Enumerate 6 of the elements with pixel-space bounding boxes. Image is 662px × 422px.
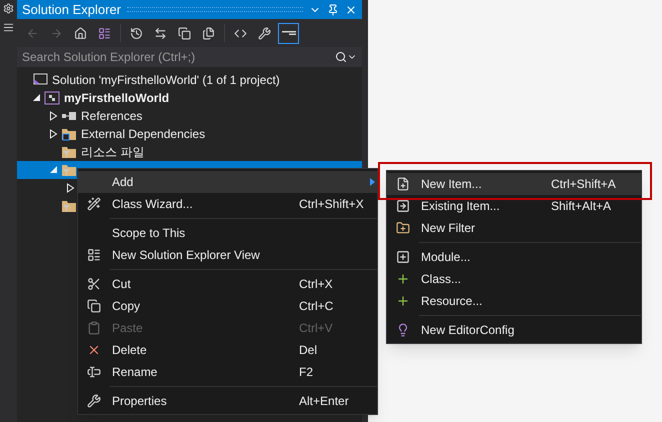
tree-item-label: External Dependencies [81, 126, 206, 143]
tree-item-label: Solution 'myFirsthelloWorld' (1 of 1 project) [52, 72, 280, 89]
panel-title: Solution Explorer [22, 0, 121, 19]
tree-item-label: References [81, 108, 142, 125]
tree-item-label: myFirsthelloWorld [64, 90, 170, 107]
tree-item-label: 리소스 파일 [81, 144, 144, 161]
